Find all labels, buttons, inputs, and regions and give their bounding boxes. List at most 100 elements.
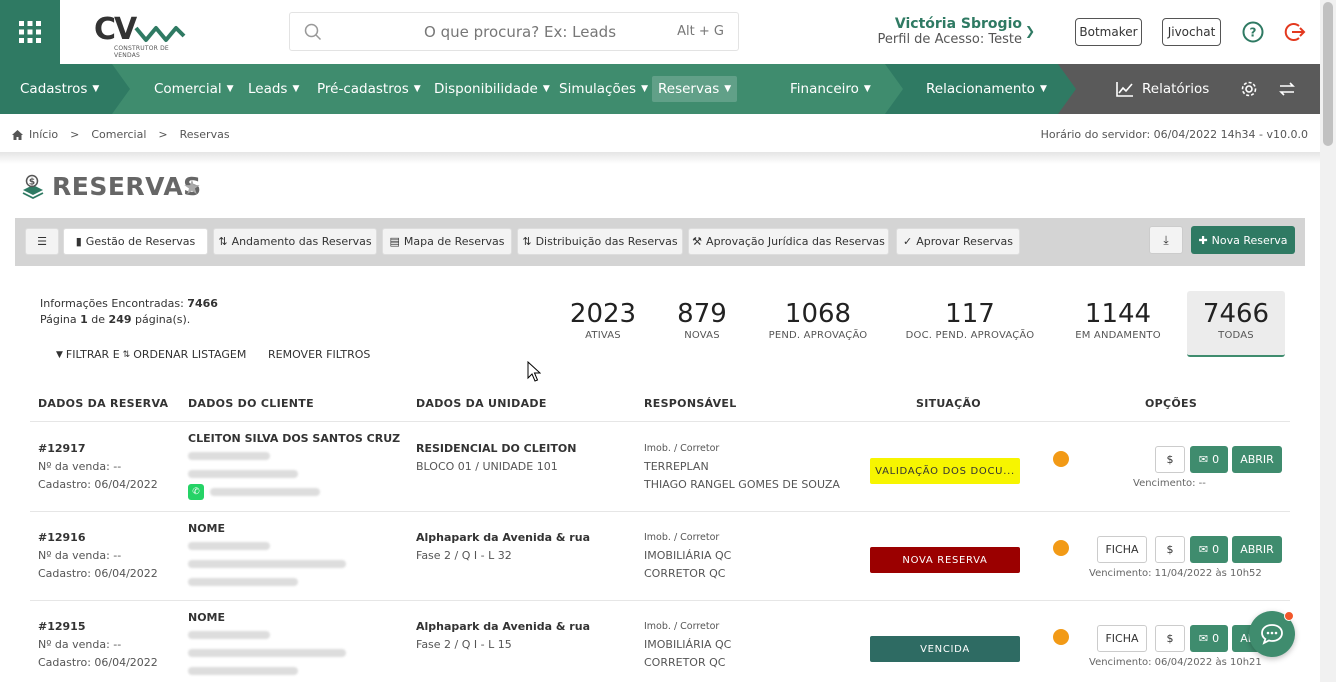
breadcrumb-comercial[interactable]: Comercial bbox=[91, 128, 146, 141]
table-row[interactable]: #12916 Nº da venda: -- Cadastro: 06/04/2… bbox=[38, 529, 158, 583]
apps-grid-icon[interactable] bbox=[0, 0, 60, 64]
gear-icon[interactable] bbox=[1240, 80, 1258, 98]
financial-button[interactable]: $ bbox=[1155, 446, 1185, 473]
tab-aprovar-reservas[interactable]: ✓ Aprovar Reservas bbox=[896, 228, 1020, 255]
chat-count-button[interactable]: ✉ 0 bbox=[1190, 625, 1228, 652]
logo[interactable]: CV CONSTRUTOR DE VENDAS bbox=[92, 12, 192, 59]
filter-icon: ▼ bbox=[56, 349, 63, 360]
th-responsavel: RESPONSÁVEL bbox=[644, 397, 737, 410]
chevron-right-icon: > bbox=[70, 128, 80, 141]
nav-pre-cadastros[interactable]: Pré-cadastros ▼ bbox=[317, 64, 421, 114]
chevron-right-icon: > bbox=[158, 128, 168, 141]
filter-sort-link[interactable]: ▼ FILTRAR E ⇅ ORDENAR LISTAGEM bbox=[56, 348, 246, 361]
search-shortcut: Alt + G bbox=[677, 24, 724, 39]
logo-subtitle: CONSTRUTOR DE VENDAS bbox=[114, 45, 169, 59]
search-input[interactable]: O que procura? Ex: Leads bbox=[424, 23, 616, 41]
tab-gestao-reservas[interactable]: ▮ Gestão de Reservas bbox=[63, 228, 208, 255]
financial-button[interactable]: $ bbox=[1155, 625, 1185, 652]
breadcrumb: Início > Comercial > Reservas bbox=[12, 128, 230, 141]
status-badge: VALIDAÇÃO DOS DOCU... bbox=[870, 458, 1020, 484]
svg-text:$: $ bbox=[29, 178, 35, 188]
responsible-cell: Imob. / Corretor TERREPLAN THIAGO RANGEL… bbox=[644, 443, 840, 491]
client-cell: CLEITON SILVA DOS SANTOS CRUZ ✆ bbox=[188, 430, 400, 500]
nav-reservas[interactable]: Reservas ▼ bbox=[652, 76, 738, 102]
chat-count-button[interactable]: ✉ 0 bbox=[1190, 536, 1228, 563]
sort-icon: ⇅ bbox=[522, 235, 532, 248]
stat-ativas[interactable]: 2023 ATIVAS bbox=[568, 298, 638, 341]
logo-wave-icon bbox=[134, 26, 186, 42]
nav-financeiro[interactable]: Financeiro ▼ bbox=[790, 64, 871, 114]
open-button[interactable]: ABRIR bbox=[1232, 536, 1282, 563]
chevron-down-icon: ▼ bbox=[724, 84, 732, 94]
check-icon: ✓ bbox=[903, 235, 913, 248]
help-icon[interactable]: ? bbox=[1242, 21, 1264, 43]
new-reservation-button[interactable]: ✚ Nova Reserva bbox=[1191, 226, 1295, 254]
financial-button[interactable]: $ bbox=[1155, 536, 1185, 563]
remove-filters-link[interactable]: REMOVER FILTROS bbox=[268, 348, 370, 361]
chevron-down-icon: ▼ bbox=[92, 84, 100, 94]
botmaker-button[interactable]: Botmaker bbox=[1075, 18, 1142, 46]
comments-icon: ✉ bbox=[1198, 453, 1209, 466]
th-dados-cliente: DADOS DO CLIENTE bbox=[188, 397, 314, 410]
download-button[interactable]: ⤓ bbox=[1149, 226, 1183, 254]
unit-cell: Alphapark da Avenida & rua Fase 2 / Q I … bbox=[416, 531, 590, 562]
nav-disponibilidade[interactable]: Disponibilidade ▼ bbox=[434, 64, 550, 114]
user-name: Victória Sbrogio bbox=[894, 16, 1022, 32]
open-button[interactable]: ABRIR bbox=[1232, 446, 1282, 473]
bookmark-icon: ▮ bbox=[75, 235, 82, 248]
table-row[interactable]: #12915 Nº da venda: -- Cadastro: 06/04/2… bbox=[38, 618, 158, 672]
stat-pend-aprovacao[interactable]: 1068 PEND. APROVAÇÃO bbox=[765, 298, 871, 341]
stat-todas[interactable]: 7466 TODAS bbox=[1187, 291, 1285, 357]
chevron-down-icon[interactable]: ❯ bbox=[1025, 24, 1035, 38]
comments-icon: ✉ bbox=[1198, 543, 1209, 556]
chevron-down-icon: ▼ bbox=[542, 84, 550, 94]
user-info[interactable]: Victória Sbrogio Perfil de Acesso: Teste bbox=[878, 16, 1022, 48]
stat-em-andamento[interactable]: 1144 EM ANDAMENTO bbox=[1070, 298, 1166, 341]
logout-icon[interactable] bbox=[1284, 21, 1306, 43]
due-date: Vencimento: -- bbox=[1133, 478, 1206, 489]
stat-doc-pend-aprovacao[interactable]: 117 DOC. PEND. APROVAÇÃO bbox=[905, 298, 1035, 341]
download-icon: ⤓ bbox=[1163, 232, 1169, 247]
th-dados-unidade: DADOS DA UNIDADE bbox=[416, 397, 547, 410]
search-box[interactable]: O que procura? Ex: Leads Alt + G bbox=[289, 12, 739, 51]
nav-relacionamento[interactable]: Relacionamento ▼ bbox=[926, 64, 1047, 114]
ficha-button[interactable]: FICHA bbox=[1097, 536, 1147, 563]
main-nav: Cadastros ▼ Comercial ▼ Leads ▼ Pré-cadastr… bbox=[0, 64, 1320, 114]
tab-mapa-reservas[interactable]: ▤ Mapa de Reservas bbox=[382, 228, 512, 255]
tab-aprovacao-juridica[interactable]: ⚒ Aprovação Jurídica das Reservas bbox=[688, 228, 889, 255]
hamburger-menu-icon[interactable]: ☰ bbox=[25, 228, 59, 255]
user-profile: Perfil de Acesso: Teste bbox=[877, 32, 1022, 47]
responsible-cell: Imob. / Corretor IMOBILIÁRIA QC CORRETOR… bbox=[644, 532, 732, 580]
breadcrumb-inicio[interactable]: Início bbox=[29, 128, 58, 141]
sort-icon: ⇅ bbox=[122, 349, 131, 360]
unit-cell: Alphapark da Avenida & rua Fase 2 / Q I … bbox=[416, 620, 590, 651]
ficha-button[interactable]: FICHA bbox=[1097, 625, 1147, 652]
status-dot bbox=[1053, 540, 1069, 556]
chat-count-button[interactable]: ✉ 0 bbox=[1190, 446, 1228, 473]
swap-icon[interactable] bbox=[1278, 81, 1296, 97]
unit-cell: RESIDENCIAL DO CLEITON BLOCO 01 / UNIDAD… bbox=[416, 442, 577, 473]
status-badge: NOVA RESERVA bbox=[870, 547, 1020, 573]
th-situacao: SITUAÇÃO bbox=[916, 397, 981, 410]
tab-andamento-reservas[interactable]: ⇅ Andamento das Reservas bbox=[213, 228, 377, 255]
table-row[interactable]: #12917 Nº da venda: -- Cadastro: 06/04/2… bbox=[38, 440, 158, 494]
nav-relatorios[interactable]: Relatórios bbox=[1116, 64, 1209, 114]
nav-cadastros[interactable]: Cadastros ▼ bbox=[20, 64, 99, 114]
breadcrumb-reservas: Reservas bbox=[179, 128, 230, 141]
logo-text: CV bbox=[94, 12, 137, 47]
scrollbar[interactable] bbox=[1320, 0, 1336, 682]
comments-icon: ✉ bbox=[1198, 632, 1209, 645]
favorite-star-icon[interactable]: ★ bbox=[183, 175, 201, 199]
tab-distribuicao-reservas[interactable]: ⇅ Distribuição das Reservas bbox=[517, 228, 683, 255]
whatsapp-icon[interactable]: ✆ bbox=[188, 484, 204, 500]
chevron-down-icon: ▼ bbox=[413, 84, 421, 94]
mouse-cursor-icon bbox=[527, 361, 541, 382]
map-icon: ▤ bbox=[389, 235, 400, 248]
nav-comercial[interactable]: Comercial ▼ bbox=[154, 64, 234, 114]
nav-simulacoes[interactable]: Simulações ▼ bbox=[559, 64, 648, 114]
jivochat-button[interactable]: Jivochat bbox=[1162, 18, 1221, 46]
stat-novas[interactable]: 879 NOVAS bbox=[667, 298, 737, 341]
svg-text:?: ? bbox=[1250, 26, 1257, 40]
plus-icon: ✚ bbox=[1198, 233, 1208, 247]
nav-leads[interactable]: Leads ▼ bbox=[248, 64, 299, 114]
